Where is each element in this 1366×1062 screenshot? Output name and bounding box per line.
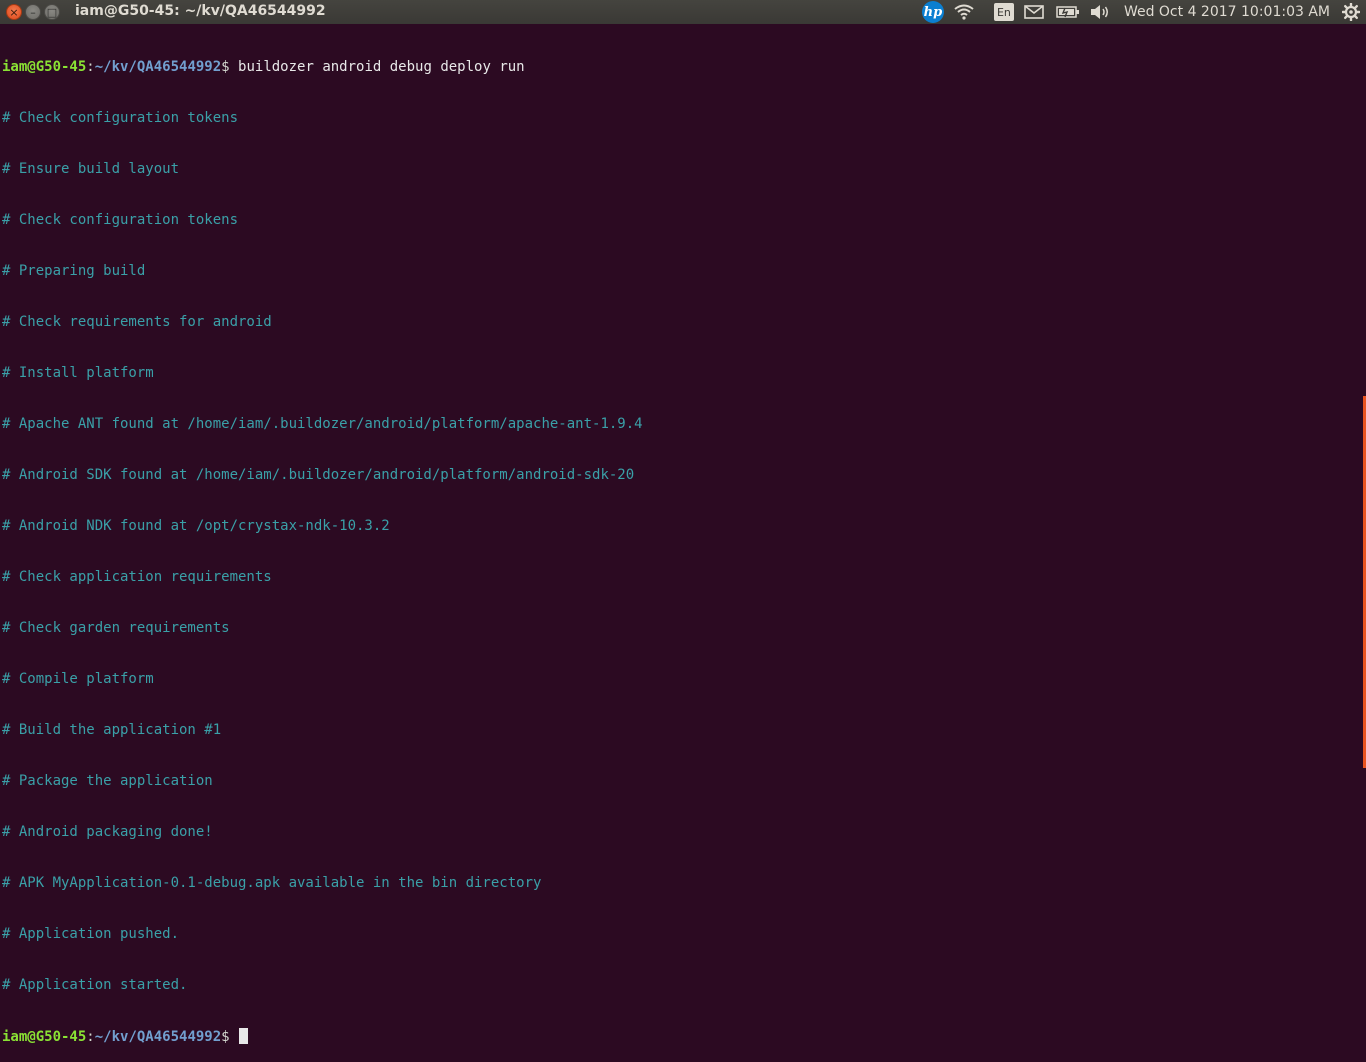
prompt-separator: : <box>86 1029 95 1045</box>
keyboard-layout-icon: En <box>993 3 1014 21</box>
output-line: # Android SDK found at /home/iam/.buildo… <box>2 467 635 483</box>
prompt-line: iam@G50-45:~/kv/QA46544992$ <box>2 1028 1358 1045</box>
minimize-window-button[interactable]: – <box>25 4 41 20</box>
volume-icon <box>1090 5 1108 19</box>
clock[interactable]: Wed Oct 4 2017 10:01:03 AM <box>1124 0 1330 24</box>
command-text: buildozer android debug deploy run <box>229 59 525 75</box>
output-line: # Package the application <box>2 773 213 789</box>
output-line: # Build the application #1 <box>2 722 222 738</box>
close-icon: × <box>9 5 19 19</box>
prompt-path: ~/kv/QA46544992 <box>94 59 222 75</box>
prompt-user: iam@G50-45 <box>2 1029 87 1045</box>
output-line: # Application started. <box>2 977 188 993</box>
close-window-button[interactable]: × <box>6 4 22 20</box>
output-line: # Compile platform <box>2 671 154 687</box>
minimize-icon: – <box>30 5 36 19</box>
output-line: # Apache ANT found at /home/iam/.buildoz… <box>2 416 643 432</box>
maximize-icon: □ <box>46 5 58 19</box>
indicator-area: hp En Wed Oct 4 2017 10:01:03 AM <box>921 0 1366 24</box>
output-line: # Application pushed. <box>2 926 180 942</box>
command-line: iam@G50-45:~/kv/QA46544992$ buildozer an… <box>2 59 1358 76</box>
window-title: iam@G50-45: ~/kv/QA46544992 <box>75 3 326 19</box>
maximize-window-button[interactable]: □ <box>44 4 60 20</box>
messaging-indicator[interactable] <box>1024 0 1044 24</box>
prompt-separator: : <box>86 59 95 75</box>
output-line: # Check application requirements <box>2 569 272 585</box>
battery-indicator[interactable] <box>1056 0 1080 24</box>
output-line: # Check configuration tokens <box>2 212 239 228</box>
output-line: # Preparing build <box>2 263 146 279</box>
output-line: # Check garden requirements <box>2 620 230 636</box>
gear-icon <box>1342 3 1360 21</box>
top-panel: × – □ iam@G50-45: ~/kv/QA46544992 hp En <box>0 0 1366 24</box>
prompt-user: iam@G50-45 <box>2 59 87 75</box>
battery-icon <box>1056 6 1079 18</box>
mail-icon <box>1024 5 1044 19</box>
terminal-output[interactable]: iam@G50-45:~/kv/QA46544992$ buildozer an… <box>2 25 1358 1045</box>
keyboard-layout-indicator[interactable]: En <box>984 0 1024 24</box>
session-indicator[interactable] <box>1342 0 1360 24</box>
output-line: # Install platform <box>2 365 154 381</box>
output-line: # Ensure build layout <box>2 161 180 177</box>
hp-indicator[interactable]: hp <box>921 0 954 24</box>
hp-icon: hp <box>921 1 944 23</box>
output-line: # Android NDK found at /opt/crystax-ndk-… <box>2 518 390 534</box>
network-indicator[interactable] <box>954 0 974 24</box>
sound-indicator[interactable] <box>1090 0 1110 24</box>
prompt-symbol: $ <box>221 1029 230 1045</box>
text-cursor <box>238 1028 248 1044</box>
prompt-symbol: $ <box>221 59 230 75</box>
output-line: # Check requirements for android <box>2 314 272 330</box>
wifi-icon <box>954 4 974 20</box>
output-line: # Check configuration tokens <box>2 110 239 126</box>
output-line: # APK MyApplication-0.1-debug.apk availa… <box>2 875 542 891</box>
output-line: # Android packaging done! <box>2 824 213 840</box>
prompt-path: ~/kv/QA46544992 <box>94 1029 222 1045</box>
